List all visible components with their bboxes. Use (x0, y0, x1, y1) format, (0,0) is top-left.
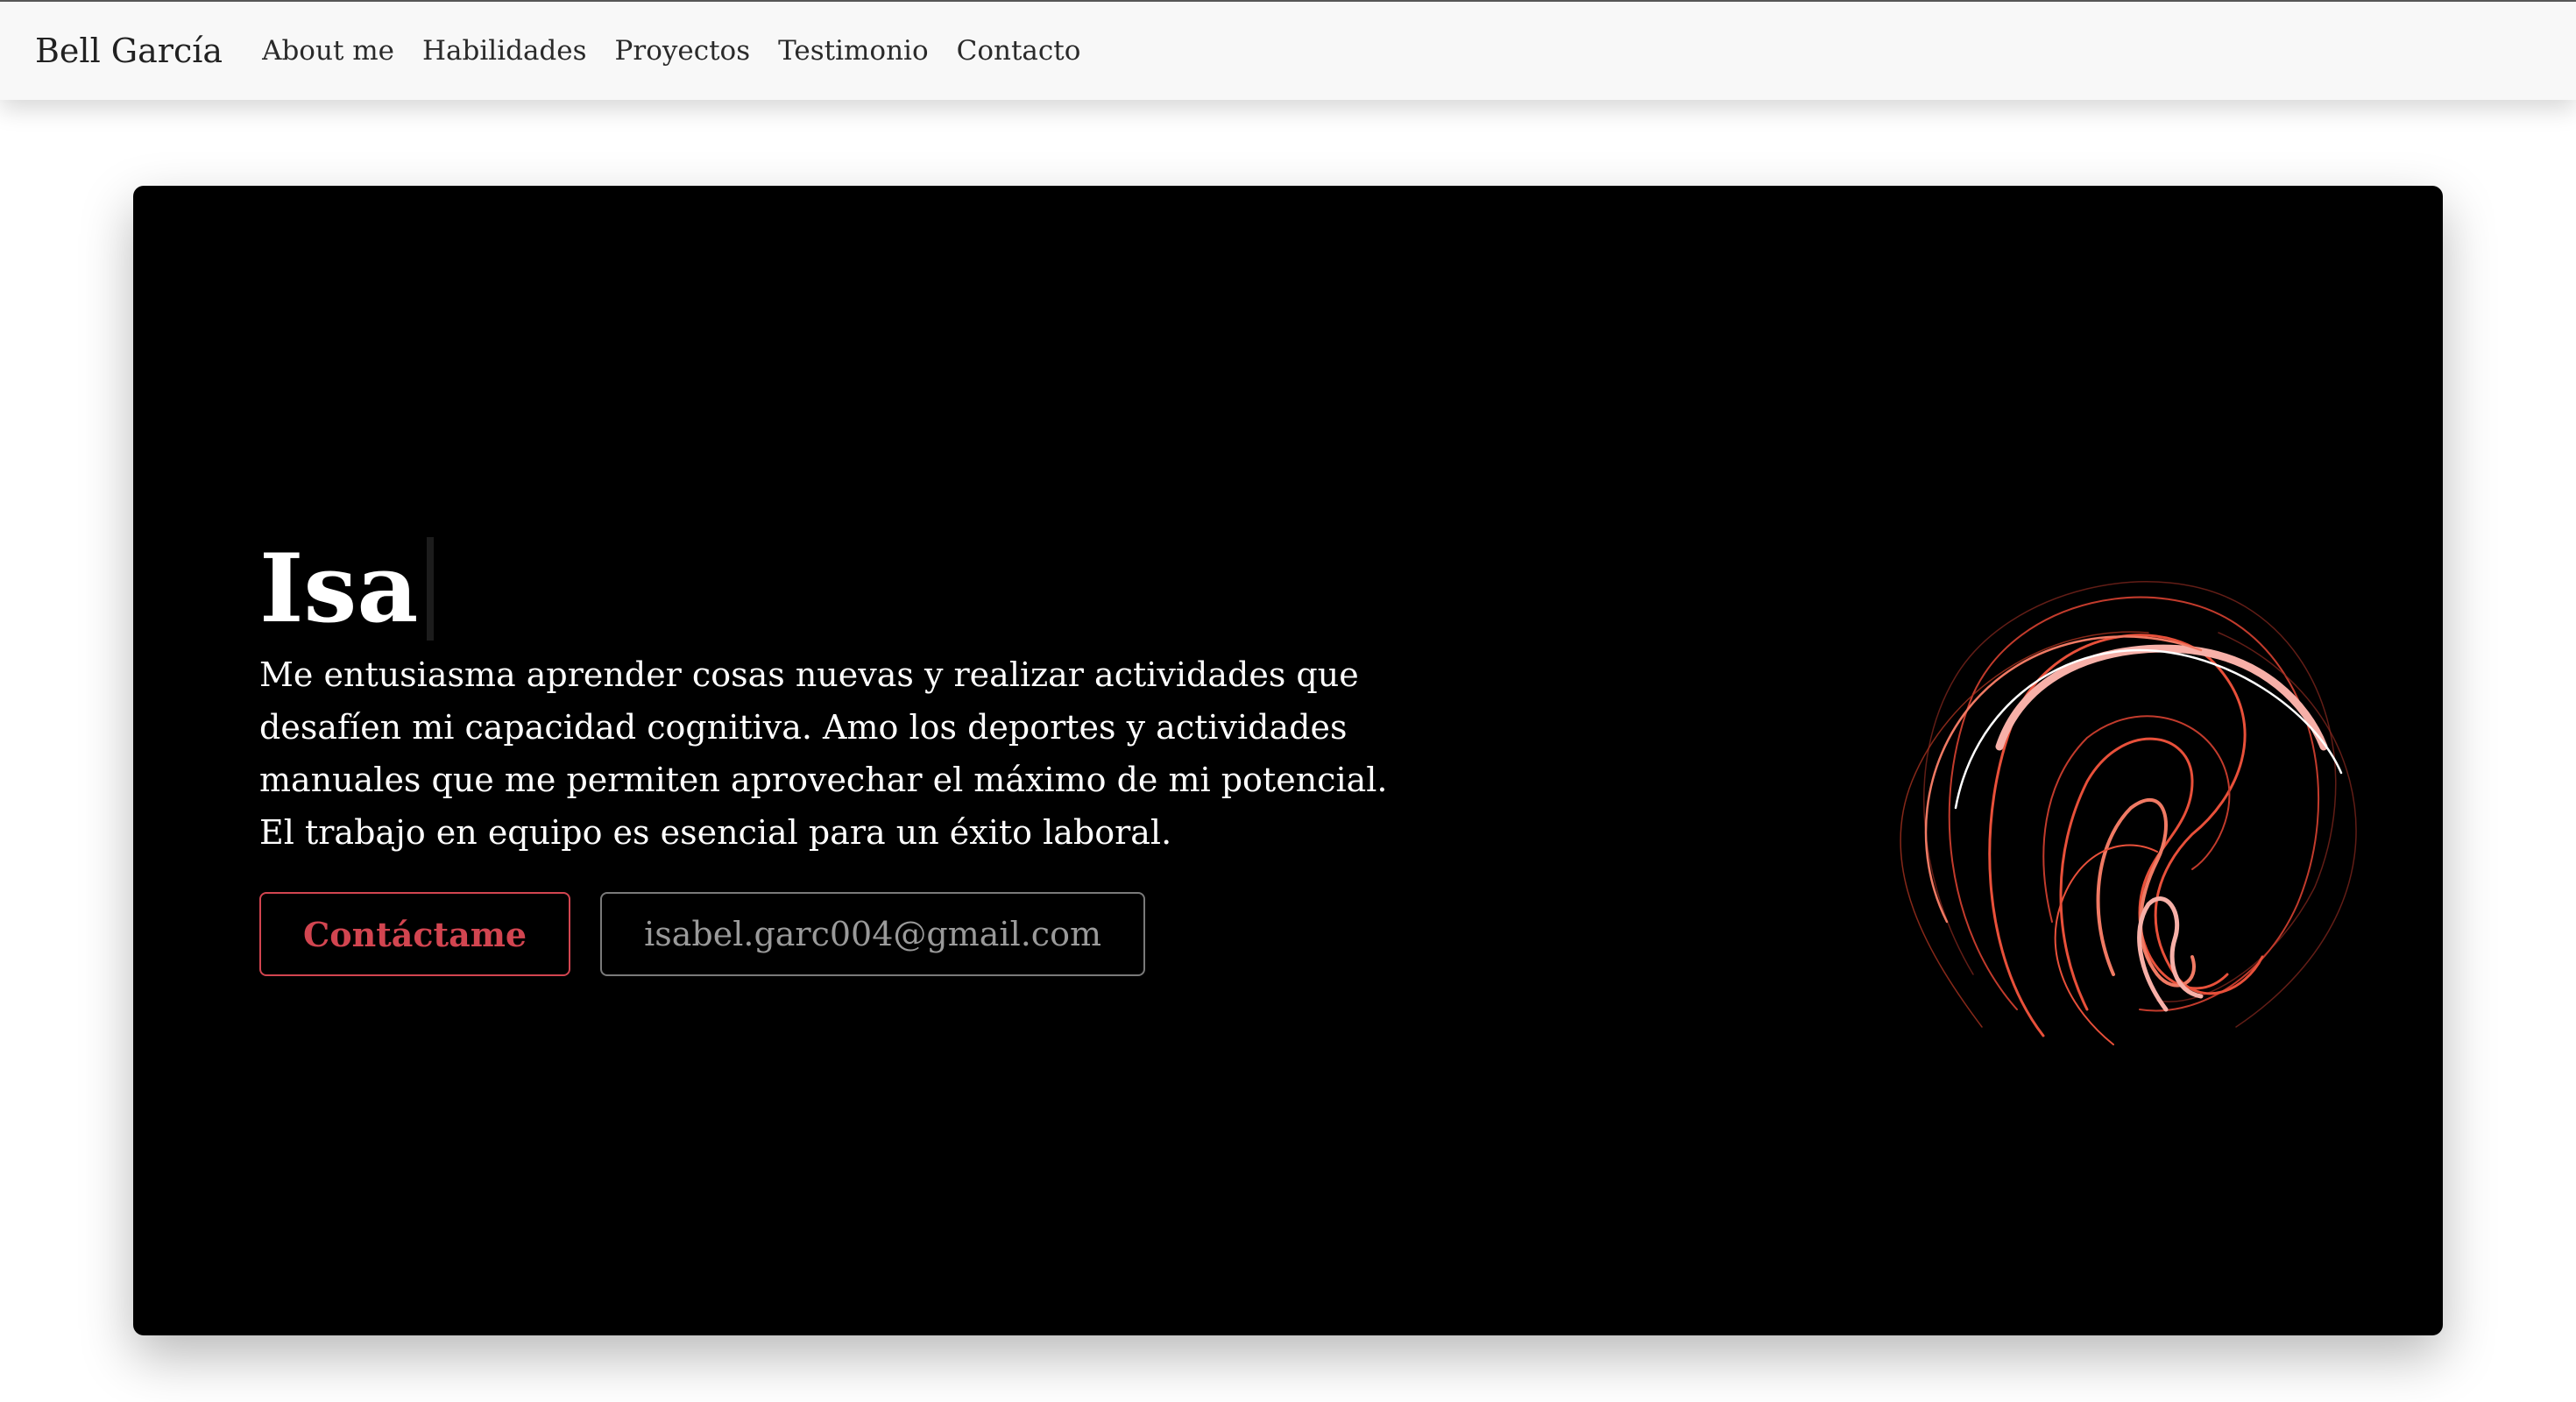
brand-logo[interactable]: Bell García (35, 32, 223, 70)
hero-actions: Contáctame isabel.garc004@gmail.com (259, 892, 1504, 976)
hero-card: Isa Me entusiasma aprender cosas nuevas … (133, 186, 2443, 1335)
hero-description: Me entusiasma aprender cosas nuevas y re… (259, 655, 1388, 852)
email-button[interactable]: isabel.garc004@gmail.com (600, 892, 1145, 976)
red-line-swirl-icon (1900, 581, 2357, 1045)
nav-link-about-me[interactable]: About me (262, 35, 394, 67)
hero-title-text: Isa (259, 534, 419, 644)
navbar: Bell García About me Habilidades Proyect… (0, 2, 2576, 100)
hero-title: Isa (259, 535, 1504, 643)
typing-cursor (427, 537, 435, 641)
nav-link-contacto[interactable]: Contacto (957, 35, 1081, 67)
nav-link-testimonio[interactable]: Testimonio (778, 35, 929, 67)
nav-link-proyectos[interactable]: Proyectos (615, 35, 751, 67)
nav-link-habilidades[interactable]: Habilidades (422, 35, 587, 67)
hero-text-block: Isa Me entusiasma aprender cosas nuevas … (259, 535, 1504, 976)
contact-button[interactable]: Contáctame (259, 892, 571, 976)
